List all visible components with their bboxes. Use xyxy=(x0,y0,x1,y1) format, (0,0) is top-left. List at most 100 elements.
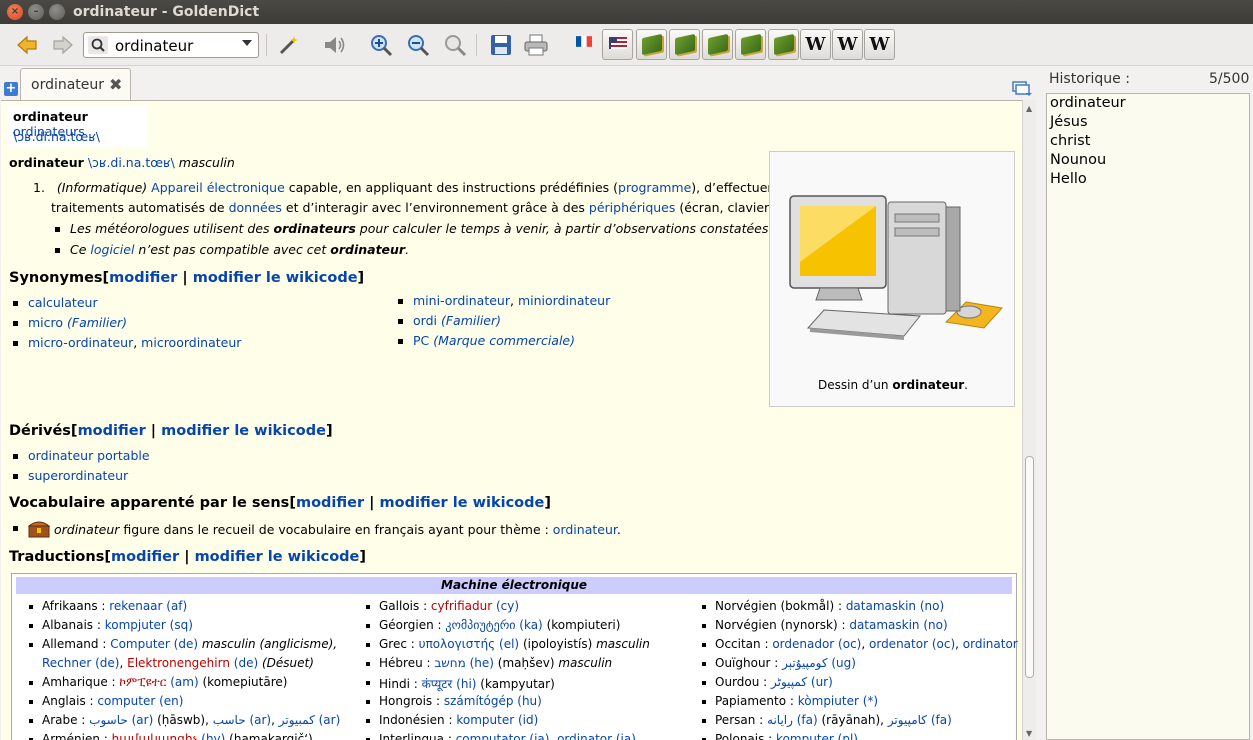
scroll-down-icon[interactable]: ▼ xyxy=(1026,729,1032,738)
edit-wikicode-link[interactable]: modifier le wikicode xyxy=(380,495,545,511)
history-item[interactable]: Nounou xyxy=(1047,151,1249,170)
translation-link[interactable]: კომპიუტერი (ka) xyxy=(445,618,542,632)
entry-pronunciation[interactable]: \ɔʁ.di.na.tœʁ\ xyxy=(88,155,175,170)
synonym-link[interactable]: ordi xyxy=(413,313,437,328)
synonym-link[interactable]: micro-ordinateur xyxy=(28,335,133,350)
translation-link[interactable]: (cy) xyxy=(492,599,519,613)
translation-link[interactable]: Rechner (de) xyxy=(42,656,119,670)
back-arrow-icon[interactable] xyxy=(14,32,40,58)
translation-link[interactable]: kòmpiuter (*) xyxy=(798,694,878,708)
edit-link[interactable]: modifier xyxy=(111,549,179,565)
example-link-logiciel[interactable]: logiciel xyxy=(90,242,134,257)
translation-missing-link[interactable]: համակարգիչ xyxy=(112,732,198,740)
maximize-window-button[interactable] xyxy=(49,4,65,20)
synonym-link[interactable]: calculateur xyxy=(28,295,98,310)
chevron-down-icon[interactable] xyxy=(242,40,252,46)
derived-link[interactable]: ordinateur portable xyxy=(28,448,150,463)
header-pronunciation[interactable]: \ɔʁ.di.na.tœʁ\ xyxy=(13,129,100,144)
computer-illustration[interactable] xyxy=(770,152,1016,372)
translation-link[interactable]: komputer (id) xyxy=(456,713,538,727)
definition-link-programme[interactable]: programme xyxy=(618,180,691,195)
definition-link-peripheriques[interactable]: périphériques xyxy=(589,200,675,215)
article-scrollbar[interactable]: ▲ ▼ xyxy=(1022,100,1036,740)
translation-link[interactable]: ordenador (oc) xyxy=(772,637,861,651)
translation-link[interactable]: kompjuter (sq) xyxy=(105,618,193,632)
close-window-button[interactable]: × xyxy=(7,4,23,20)
translation-link[interactable]: datamaskin (no) xyxy=(846,599,944,613)
translation-link[interactable]: számítógép (hu) xyxy=(444,694,542,708)
translation-link[interactable]: رایانه (fa) xyxy=(767,713,818,727)
translation-link[interactable]: ordinator (ia) xyxy=(557,732,636,740)
history-list[interactable]: ordinateur Jésus christ Nounou Hello xyxy=(1046,93,1250,740)
history-item[interactable]: Hello xyxy=(1047,170,1249,189)
edit-link[interactable]: modifier xyxy=(109,270,177,286)
translation-link[interactable]: ordenator (oc) xyxy=(869,637,955,651)
dict-button-wiki-2[interactable]: W xyxy=(832,29,863,60)
translation-link[interactable]: कंप्यूटर (hi) xyxy=(422,677,477,691)
translation-link[interactable]: (de) xyxy=(230,656,258,670)
minimize-window-button[interactable]: – xyxy=(28,4,44,20)
dict-button-4[interactable] xyxy=(735,29,766,60)
translation-link[interactable]: كومپيۇتېر (ug) xyxy=(782,656,856,670)
edit-wikicode-link[interactable]: modifier le wikicode xyxy=(195,549,360,565)
new-tab-button[interactable]: + xyxy=(4,82,18,96)
pane-splitter[interactable] xyxy=(1036,68,1042,740)
translation-link[interactable]: rekenaar (af) xyxy=(109,599,187,613)
translation-link[interactable]: ordinator (oc) xyxy=(963,637,1022,651)
translation-link[interactable]: מחשב (he) xyxy=(434,656,494,670)
speaker-icon[interactable] xyxy=(322,32,348,58)
close-tab-icon[interactable]: ✖ xyxy=(109,75,122,94)
edit-link[interactable]: modifier xyxy=(78,423,146,439)
dict-button-3[interactable] xyxy=(702,29,733,60)
dict-button-us-flag[interactable] xyxy=(602,29,633,60)
wand-icon[interactable] xyxy=(276,32,302,58)
register-link[interactable]: (Familier) xyxy=(441,313,501,328)
tab-list-icon[interactable] xyxy=(1012,80,1032,96)
history-item[interactable]: christ xyxy=(1047,132,1249,151)
definition-link-donnees[interactable]: données xyxy=(229,200,282,215)
synonym-link[interactable]: micro xyxy=(28,315,63,330)
translation-link[interactable]: Computer (de) xyxy=(110,637,198,651)
synonym-link[interactable]: mini-ordinateur xyxy=(413,293,510,308)
edit-link[interactable]: modifier xyxy=(296,495,364,511)
scroll-up-icon[interactable]: ▲ xyxy=(1026,104,1032,113)
vocabulary-link[interactable]: ordinateur xyxy=(553,522,617,537)
search-input[interactable]: ordinateur xyxy=(83,32,259,58)
translation-link[interactable]: komputer (pl) xyxy=(776,732,858,740)
translation-link[interactable]: حاسب (ar) xyxy=(213,713,271,727)
register-link[interactable]: (Marque commerciale) xyxy=(433,333,575,348)
save-icon[interactable] xyxy=(488,32,514,58)
translation-missing-link[interactable]: Elektronengehirn xyxy=(127,656,230,670)
dict-button-5[interactable] xyxy=(768,29,799,60)
dict-button-wiki-3[interactable]: W xyxy=(864,29,895,60)
forward-arrow-icon[interactable] xyxy=(50,32,76,58)
translation-link[interactable]: datamaskin (no) xyxy=(849,618,947,632)
translation-link[interactable]: کامپیوتر (fa) xyxy=(888,713,952,727)
edit-wikicode-link[interactable]: modifier le wikicode xyxy=(193,270,358,286)
translation-link[interactable]: کمپیوٹر (ur) xyxy=(771,675,833,689)
translation-link[interactable]: كمبيوتر (ar) xyxy=(279,713,341,727)
print-icon[interactable] xyxy=(523,32,549,58)
tab-ordinateur[interactable]: ordinateur ✖ xyxy=(20,68,131,101)
translation-link[interactable]: (hy) xyxy=(197,732,225,740)
french-flag-icon[interactable] xyxy=(576,36,592,47)
search-text[interactable]: ordinateur xyxy=(115,37,193,55)
zoom-out-icon[interactable] xyxy=(405,32,431,58)
translation-link[interactable]: (am) xyxy=(166,675,198,689)
dict-button-1[interactable] xyxy=(636,29,667,60)
translation-missing-link[interactable]: cyfrifiadur xyxy=(431,599,492,613)
zoom-in-icon[interactable] xyxy=(368,32,394,58)
definition-link-appareil[interactable]: Appareil électronique xyxy=(151,180,285,195)
scrollbar-thumb[interactable] xyxy=(1025,456,1034,678)
synonym-link[interactable]: microordinateur xyxy=(141,335,241,350)
edit-wikicode-link[interactable]: modifier le wikicode xyxy=(161,423,326,439)
zoom-reset-icon[interactable] xyxy=(442,32,468,58)
history-item[interactable]: Jésus xyxy=(1047,113,1249,132)
translation-link[interactable]: حاسوب (ar) xyxy=(89,713,153,727)
dict-button-2[interactable] xyxy=(669,29,700,60)
register-link[interactable]: (Familier) xyxy=(67,315,127,330)
derived-link[interactable]: superordinateur xyxy=(28,468,128,483)
translation-link[interactable]: υπολογιστής (el) xyxy=(419,637,520,651)
history-item[interactable]: ordinateur xyxy=(1047,94,1249,113)
synonym-link[interactable]: miniordinateur xyxy=(518,293,610,308)
